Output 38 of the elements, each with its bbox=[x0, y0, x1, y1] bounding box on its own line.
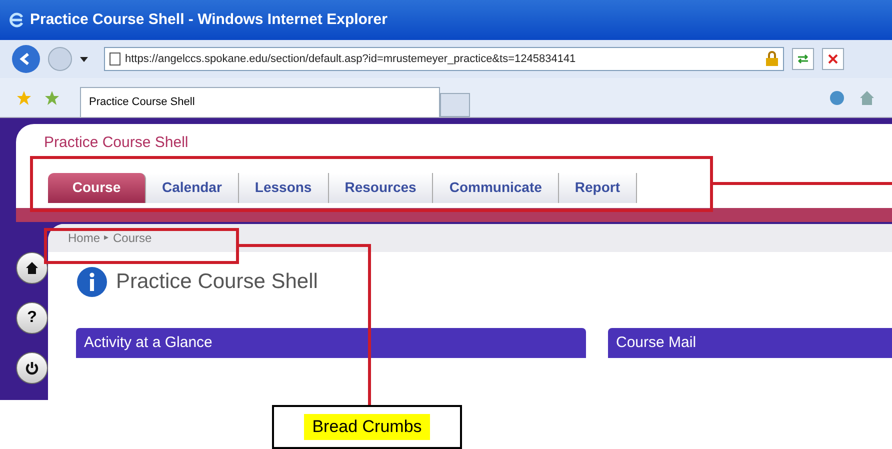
power-button[interactable] bbox=[16, 352, 48, 384]
dropdown-arrow-icon bbox=[80, 56, 88, 62]
lock-icon bbox=[765, 51, 779, 67]
page-icon bbox=[109, 52, 121, 66]
close-icon bbox=[828, 54, 838, 64]
course-title: Practice Course Shell bbox=[44, 133, 190, 153]
course-tab[interactable]: Calendar bbox=[146, 172, 239, 202]
panel-header: Activity at a Glance bbox=[76, 328, 586, 358]
url-text: https://angelccs.spokane.edu/section/default.asp?id=mrustemeyer_practice&ts=1245834141 bbox=[125, 52, 576, 67]
star-icon bbox=[16, 90, 32, 106]
breadcrumb-link[interactable]: Course bbox=[113, 229, 152, 247]
question-mark: ? bbox=[27, 310, 37, 326]
browser-logo-icon bbox=[8, 11, 26, 29]
stop-button[interactable] bbox=[822, 48, 844, 70]
course-tab[interactable]: Communicate bbox=[433, 172, 559, 202]
page-heading: Practice Course Shell bbox=[116, 269, 318, 296]
address-field[interactable]: https://angelccs.spokane.edu/section/default.asp?id=mrustemeyer_practice&ts=1245834141 bbox=[104, 47, 784, 71]
refresh-arrows-icon bbox=[797, 54, 809, 64]
back-button[interactable] bbox=[12, 45, 40, 73]
power-icon bbox=[25, 361, 39, 375]
course-tab[interactable]: Resources bbox=[328, 172, 434, 202]
home-icon bbox=[25, 261, 39, 275]
feed-icon bbox=[828, 88, 846, 106]
home-icon bbox=[858, 88, 876, 106]
course-tab[interactable]: Report bbox=[558, 172, 638, 202]
info-icon bbox=[76, 266, 108, 298]
breadcrumb-separator: ▸ bbox=[104, 231, 110, 244]
refresh-button[interactable] bbox=[792, 48, 814, 70]
window-title: Practice Course Shell - Windows Internet Explorer bbox=[30, 10, 388, 30]
course-tab[interactable]: Course bbox=[48, 172, 146, 202]
panel-header: Course Mail bbox=[608, 328, 892, 358]
home-button[interactable] bbox=[16, 252, 48, 284]
add-favorite-icon bbox=[44, 90, 60, 106]
callout-label: Bread Crumbs bbox=[304, 414, 430, 440]
help-button[interactable]: ? bbox=[16, 302, 48, 334]
breadcrumb-link[interactable]: Home bbox=[68, 229, 100, 247]
course-tab[interactable]: Lessons bbox=[238, 172, 329, 202]
browser-tab[interactable]: Practice Course Shell bbox=[80, 87, 440, 117]
